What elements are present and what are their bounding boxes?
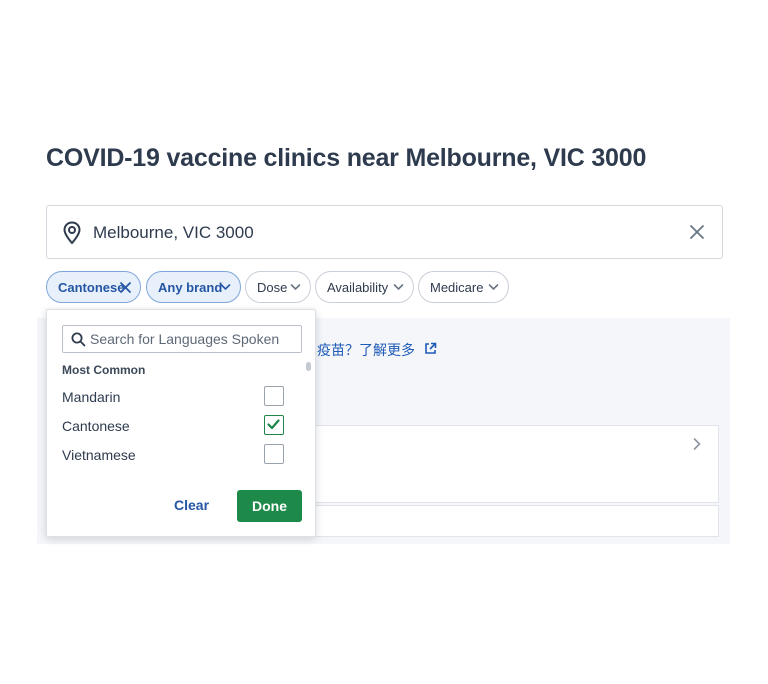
language-checkbox[interactable]: [264, 444, 284, 464]
filter-chip-dose[interactable]: Dose: [245, 271, 311, 303]
filter-chip-label: Medicare: [430, 279, 484, 295]
filter-chip-language[interactable]: Cantonese: [46, 271, 141, 303]
chevron-down-icon: [220, 284, 231, 291]
language-option-label: Mandarin: [62, 389, 121, 405]
language-option-label: Vietnamese: [62, 447, 136, 463]
chevron-down-icon: [488, 284, 499, 291]
filter-chip-label: Cantonese: [58, 279, 125, 295]
filter-chip-label: Availability: [327, 279, 389, 295]
language-option-vietnamese[interactable]: Vietnamese: [62, 444, 284, 466]
done-button[interactable]: Done: [237, 490, 302, 522]
chevron-right-icon[interactable]: [692, 437, 702, 451]
close-icon[interactable]: [686, 221, 708, 243]
language-checkbox[interactable]: [264, 415, 284, 435]
close-icon[interactable]: [119, 281, 132, 294]
external-link-icon[interactable]: [424, 342, 437, 355]
language-filter-dropdown: Most Common Mandarin Cantonese Vietnames…: [46, 309, 316, 537]
learn-more-link[interactable]: 疫苗？了解更多: [317, 340, 415, 360]
group-label: Most Common: [62, 363, 146, 377]
filter-chip-availability[interactable]: Availability: [315, 271, 414, 303]
clinic-result-card[interactable]: [311, 505, 719, 537]
language-option-label: Cantonese: [62, 418, 130, 434]
location-search-field[interactable]: Melbourne, VIC 3000: [46, 205, 723, 259]
language-option-cantonese[interactable]: Cantonese: [62, 415, 284, 437]
clear-button[interactable]: Clear: [174, 497, 209, 513]
page-title: COVID-19 vaccine clinics near Melbourne,…: [46, 144, 647, 172]
language-search-field[interactable]: [62, 325, 302, 353]
chevron-down-icon: [290, 284, 301, 291]
filter-chip-label: Dose: [257, 279, 288, 295]
language-option-mandarin[interactable]: Mandarin: [62, 386, 284, 408]
map-pin-icon: [63, 221, 81, 245]
clinic-result-card[interactable]: [311, 425, 719, 503]
location-value[interactable]: Melbourne, VIC 3000: [93, 223, 254, 243]
check-icon: [267, 419, 280, 430]
chevron-down-icon: [393, 284, 404, 291]
scrollbar-thumb[interactable]: [306, 362, 311, 371]
search-icon: [71, 332, 86, 347]
language-checkbox[interactable]: [264, 386, 284, 406]
filter-chip-medicare[interactable]: Medicare: [418, 271, 509, 303]
filter-chip-brand[interactable]: Any brand: [146, 271, 241, 303]
filter-chip-label: Any brand: [158, 279, 223, 295]
language-search-input[interactable]: [90, 329, 295, 349]
